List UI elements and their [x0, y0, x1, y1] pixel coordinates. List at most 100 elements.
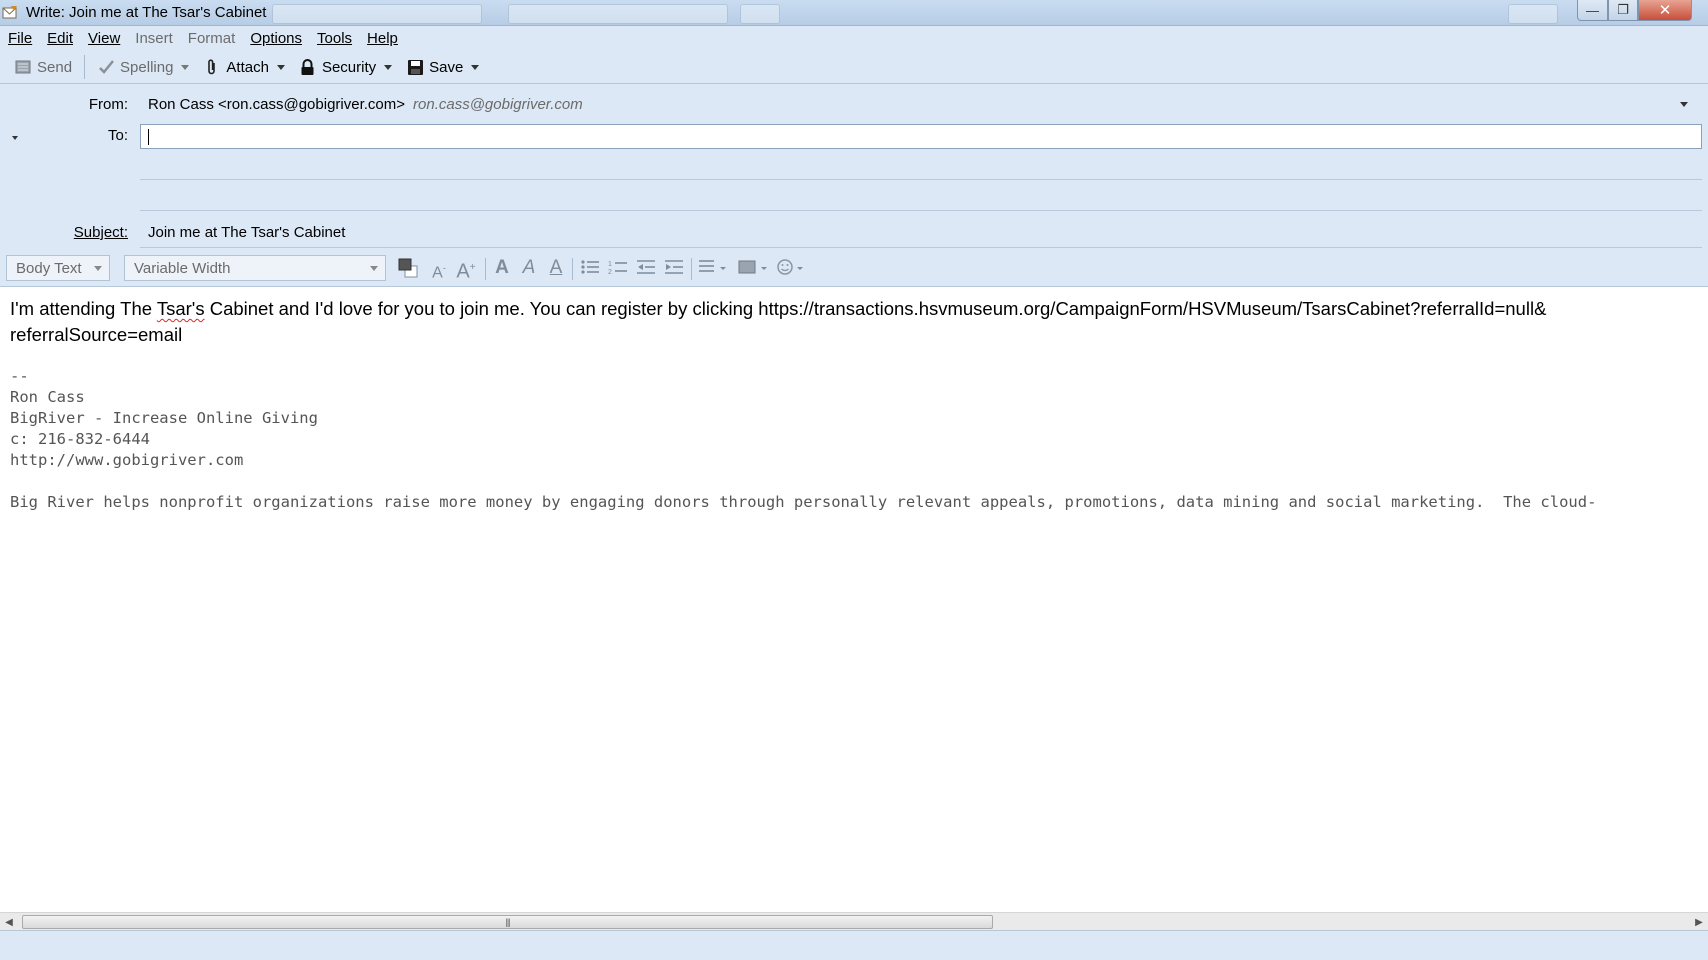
underline-icon[interactable]: A — [545, 258, 567, 278]
message-text: Cabinet and I'd love for you to join me.… — [204, 298, 1547, 319]
attach-dropdown[interactable] — [273, 54, 289, 80]
menu-options[interactable]: Options — [250, 30, 302, 47]
svg-text:2: 2 — [608, 269, 612, 276]
save-label: Save — [429, 58, 464, 76]
status-bar — [0, 930, 1708, 960]
insert-image-icon[interactable] — [736, 258, 770, 278]
window-title: Write: Join me at The Tsar's Cabinet — [26, 4, 267, 21]
bold-icon[interactable]: A — [491, 258, 513, 278]
minimize-button[interactable]: — — [1577, 0, 1608, 21]
background-tab — [272, 4, 482, 24]
chevron-down-icon — [384, 64, 393, 70]
format-separator — [572, 258, 573, 280]
send-icon — [14, 59, 32, 75]
lock-icon — [299, 58, 317, 75]
spelling-dropdown[interactable] — [177, 54, 193, 80]
indent-icon[interactable] — [662, 258, 686, 278]
scroll-left-arrow-icon[interactable]: ◀ — [0, 913, 18, 931]
format-separator — [485, 258, 486, 280]
message-text: I'm attending The — [10, 298, 157, 319]
address-row-empty[interactable] — [140, 210, 1702, 211]
menu-edit-label: Edit — [47, 30, 74, 47]
font-value: Variable Width — [134, 260, 231, 277]
security-label: Security — [321, 58, 377, 76]
menu-view-label: View — [88, 30, 121, 47]
smaller-text-icon[interactable]: A- — [428, 258, 450, 281]
chevron-down-icon[interactable] — [1680, 102, 1688, 107]
address-row-empty[interactable] — [140, 179, 1702, 180]
security-dropdown[interactable] — [380, 54, 396, 80]
restore-button[interactable]: ❐ — [1608, 0, 1638, 21]
background-tab — [508, 4, 728, 24]
send-label: Send — [37, 58, 73, 76]
bullet-list-icon[interactable] — [578, 258, 602, 278]
italic-icon[interactable]: A — [518, 258, 540, 278]
menu-tools[interactable]: Tools — [317, 30, 352, 47]
text-color-icon[interactable] — [396, 258, 420, 278]
scrollbar-thumb[interactable]: ||| — [22, 915, 993, 929]
compose-toolbar: Send Spelling Attach Security Save — [0, 51, 1708, 84]
title-bar: Write: Join me at The Tsar's Cabinet — ❐… — [0, 0, 1708, 26]
to-label: To: — [107, 127, 128, 144]
menu-bar: File Edit View Insert Format Options Too… — [0, 26, 1708, 51]
subject-label-text: Subject: — [73, 224, 128, 241]
checkmark-icon — [97, 59, 115, 75]
message-body[interactable]: I'm attending The Tsar's Cabinet and I'd… — [0, 287, 1708, 912]
svg-text:1: 1 — [608, 261, 612, 268]
menu-help-label: Help — [367, 30, 398, 47]
from-label: From: — [88, 96, 128, 113]
toolbar-separator — [84, 55, 86, 79]
smiley-icon[interactable] — [774, 258, 808, 278]
signature-phone: c: 216-832-6444 — [10, 430, 150, 448]
scroll-right-arrow-icon[interactable]: ▶ — [1690, 913, 1708, 931]
from-identity: Ron Cass <ron.cass@gobigriver.com> — [148, 96, 406, 113]
horizontal-scrollbar[interactable]: ◀ ||| ▶ — [0, 912, 1708, 930]
subject-input[interactable]: Join me at The Tsar's Cabinet — [148, 224, 345, 241]
chevron-down-icon — [370, 266, 378, 271]
menu-help[interactable]: Help — [367, 30, 398, 47]
menu-format[interactable]: Format — [188, 30, 236, 47]
from-selector[interactable]: Ron Cass <ron.cass@gobigriver.com> ron.ca… — [148, 96, 583, 113]
save-dropdown[interactable] — [467, 54, 483, 80]
spelling-label: Spelling — [120, 58, 174, 76]
misspelled-word[interactable]: Tsar's — [157, 298, 205, 319]
menu-options-label: Options — [250, 30, 303, 47]
menu-file-label: File — [8, 30, 33, 47]
attach-label: Attach — [226, 58, 269, 76]
to-input[interactable] — [140, 124, 1702, 149]
paragraph-style-select[interactable]: Body Text — [6, 255, 110, 281]
numbered-list-icon[interactable]: 12 — [606, 258, 630, 278]
subject-label: Subject: — [74, 224, 128, 241]
message-text-line: I'm attending The Tsar's Cabinet and I'd… — [10, 298, 1546, 320]
menu-edit[interactable]: Edit — [47, 30, 73, 47]
signature-name: Ron Cass — [10, 388, 85, 406]
background-tab — [1508, 4, 1558, 24]
menu-view[interactable]: View — [88, 30, 120, 47]
menu-insert[interactable]: Insert — [135, 30, 173, 47]
chevron-down-icon — [276, 64, 285, 70]
save-button[interactable]: Save — [402, 54, 467, 80]
signature-website: http://www.gobigriver.com — [10, 451, 244, 469]
larger-text-icon[interactable]: A+ — [454, 258, 478, 282]
attach-button[interactable]: Attach — [199, 54, 273, 80]
outdent-icon[interactable] — [634, 258, 658, 278]
paperclip-icon — [203, 58, 221, 75]
close-button[interactable]: ✕ — [1638, 0, 1692, 21]
from-alt-address: ron.cass@gobigriver.com — [413, 96, 583, 113]
message-text-line: referralSource=email — [10, 324, 183, 345]
spelling-button[interactable]: Spelling — [93, 54, 177, 80]
format-separator — [691, 258, 692, 280]
align-icon[interactable] — [697, 258, 729, 278]
menu-insert-label: Insert — [135, 30, 173, 47]
menu-tools-label: Tools — [317, 30, 353, 47]
address-type-dropdown[interactable] — [12, 136, 18, 140]
menu-file[interactable]: File — [8, 30, 32, 47]
signature-separator: -- — [10, 367, 29, 385]
floppy-disk-icon — [406, 59, 424, 75]
address-header: From: Ron Cass <ron.cass@gobigriver.com>… — [0, 84, 1708, 249]
chevron-down-icon — [94, 266, 102, 271]
subject-underline — [140, 247, 1702, 248]
font-select[interactable]: Variable Width — [124, 255, 386, 281]
send-button[interactable]: Send — [10, 54, 76, 80]
security-button[interactable]: Security — [295, 54, 380, 80]
